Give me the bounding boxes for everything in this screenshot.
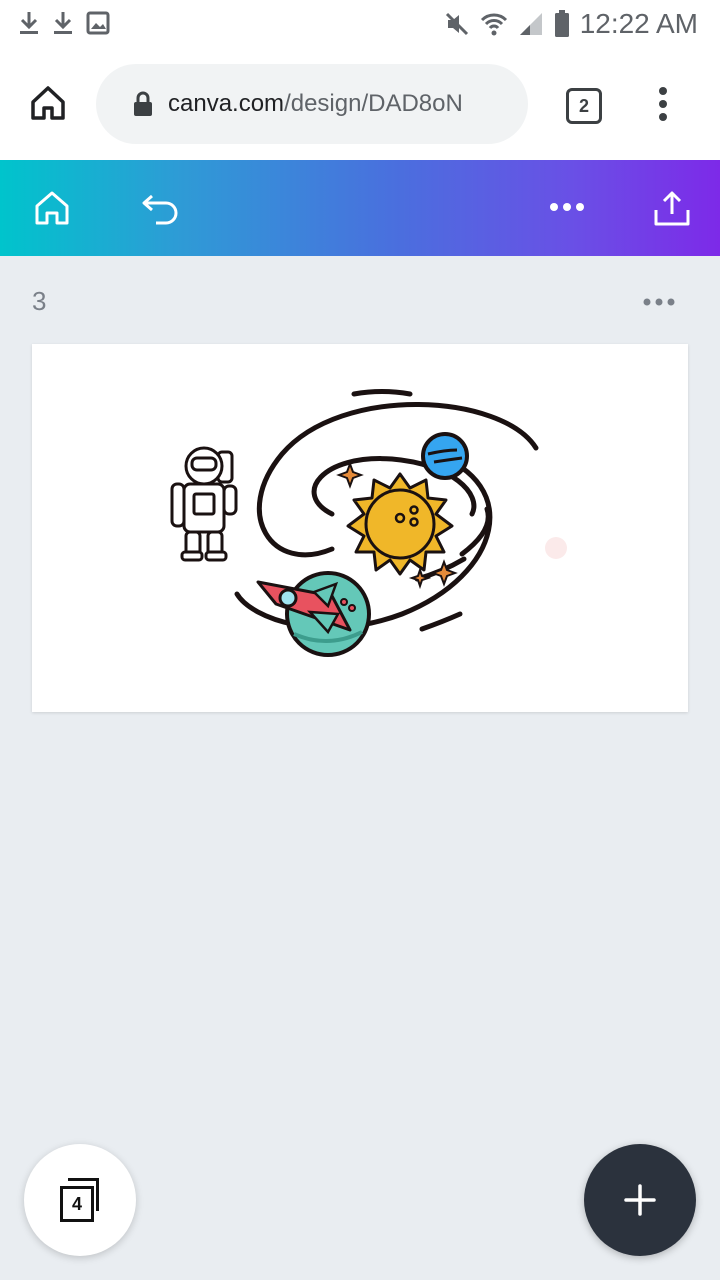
url-text: canva.com/design/DAD8oN — [168, 90, 463, 118]
home-button[interactable] — [32, 188, 72, 233]
pages-count: 4 — [60, 1186, 94, 1222]
browser-home-button[interactable] — [28, 83, 68, 128]
download-icon — [20, 12, 38, 34]
more-options-button[interactable] — [548, 200, 586, 218]
image-icon — [86, 11, 110, 35]
editor-toolbar — [0, 160, 720, 256]
lock-icon — [134, 91, 152, 116]
mute-icon — [445, 12, 468, 36]
home-icon — [35, 191, 69, 225]
browser-bar: canva.com/design/DAD8oN 2 — [0, 50, 720, 160]
url-domain: canva.com — [168, 90, 285, 117]
url-field[interactable]: canva.com/design/DAD8oN — [96, 64, 528, 144]
plus-icon — [624, 1184, 656, 1216]
download-icon — [54, 12, 72, 34]
pages-button[interactable]: 4 — [24, 1144, 136, 1256]
status-bar: 12:22 AM — [0, 0, 720, 50]
space-illustration[interactable] — [32, 344, 688, 712]
wifi-icon — [480, 13, 507, 36]
share-button[interactable] — [652, 190, 692, 233]
page-header: 3 — [0, 256, 720, 344]
share-icon — [654, 191, 690, 226]
page-options-button[interactable] — [642, 294, 676, 312]
add-button[interactable] — [584, 1144, 696, 1256]
status-time: 12:22 AM — [579, 8, 698, 39]
blue-planet-icon — [421, 432, 469, 480]
battery-icon — [554, 10, 569, 37]
undo-button[interactable] — [140, 188, 182, 233]
rocket-planet-icon — [256, 571, 371, 657]
browser-menu-button[interactable] — [656, 86, 670, 127]
faint-dot — [545, 537, 567, 559]
home-icon — [31, 86, 65, 120]
astronaut-icon — [170, 446, 238, 562]
sun-icon — [346, 472, 454, 576]
more-icon — [550, 203, 584, 211]
signal-icon — [519, 13, 542, 35]
page-number: 3 — [32, 286, 47, 316]
tab-switcher-button[interactable]: 2 — [566, 88, 602, 124]
more-icon — [643, 298, 675, 306]
more-vertical-icon — [659, 87, 667, 121]
url-path: /design/DAD8oN — [284, 90, 463, 117]
undo-icon — [142, 194, 178, 225]
design-page[interactable] — [32, 344, 688, 712]
